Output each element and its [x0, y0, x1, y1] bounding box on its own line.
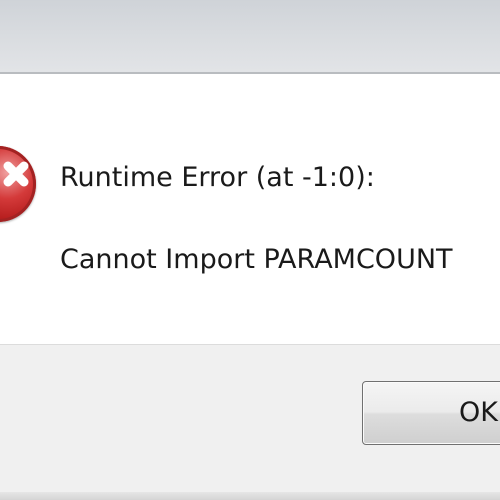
button-bar: OK: [0, 345, 500, 500]
message-area: Runtime Error (at -1:0): Cannot Import P…: [0, 74, 500, 345]
error-icon: [0, 146, 36, 222]
ok-button[interactable]: OK: [362, 381, 500, 445]
error-dialog: Runtime Error (at -1:0): Cannot Import P…: [0, 0, 500, 500]
title-bar[interactable]: [0, 0, 500, 74]
error-message: Cannot Import PARAMCOUNT: [60, 244, 453, 275]
error-title: Runtime Error (at -1:0):: [60, 162, 375, 193]
dialog-bottom-edge: [0, 492, 500, 500]
